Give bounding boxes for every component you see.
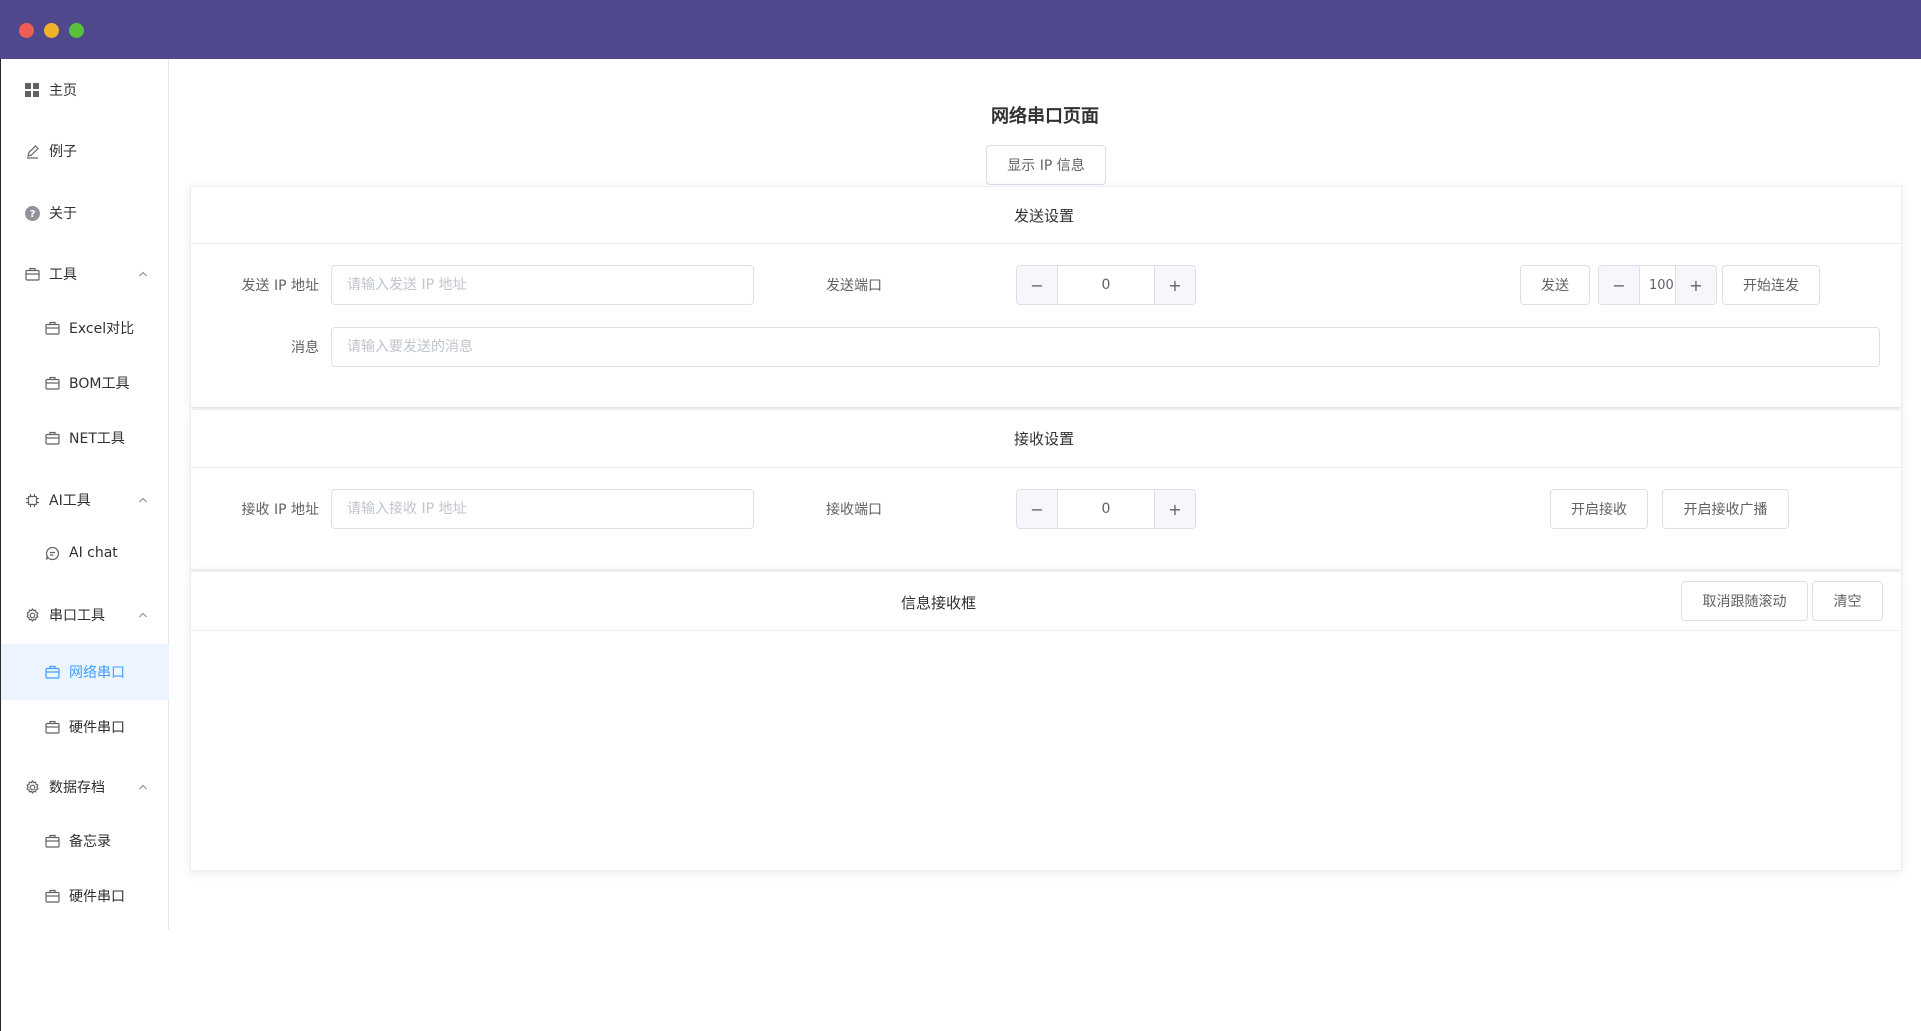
sidebar-item-label: AI chat [69,545,118,561]
maximize-window-button[interactable] [69,23,84,38]
sidebar-item-label: 工具 [49,267,77,283]
sidebar-item-label: 关于 [49,206,77,222]
clear-button[interactable]: 清空 [1812,581,1883,621]
send-button[interactable]: 发送 [1520,265,1590,305]
send-port-stepper: − 0 + [1016,265,1196,305]
grid-icon [24,82,40,98]
sidebar-item-hardware-serial[interactable]: 硬件串口 [1,699,169,755]
show-ip-info-button[interactable]: 显示 IP 信息 [986,145,1106,185]
receive-port-stepper: − 0 + [1016,489,1196,529]
increase-button[interactable]: + [1154,266,1195,304]
receive-settings-title: 接收设置 [1014,430,1075,448]
sidebar-item-excel-compare[interactable]: Excel对比 [1,300,169,356]
decrease-button[interactable]: − [1017,490,1058,528]
sidebar-item-memo[interactable]: 备忘录 [1,813,169,869]
sidebar-item-examples[interactable]: 例子 [1,123,169,179]
sidebar-item-label: 硬件串口 [69,889,125,905]
gear-icon [24,607,40,623]
sidebar: 主页 例子 ? 关于 工具 Excel对比 BOM工具 NET工具 AI工具 A… [1,59,169,930]
sidebar-item-label: 主页 [49,83,77,99]
sidebar-item-net-tool[interactable]: NET工具 [1,410,169,466]
message-input[interactable] [331,327,1880,367]
question-circle-icon: ? [24,205,40,221]
receive-settings-header: 接收设置 [191,410,1901,468]
sidebar-submenu-ai-tools[interactable]: AI工具 [1,472,169,528]
sidebar-item-label: NET工具 [69,431,125,447]
message-receive-title: 信息接收框 [901,594,977,612]
send-ip-input[interactable] [331,265,754,305]
title-bar [0,0,1921,59]
receive-port-value[interactable]: 0 [1058,490,1154,528]
receive-ip-label: 接收 IP 地址 [241,502,319,518]
chevron-up-icon [137,781,149,793]
briefcase-icon [24,266,40,282]
sidebar-item-network-serial[interactable]: 网络串口 [1,644,169,700]
sidebar-item-label: Excel对比 [69,321,135,337]
sidebar-submenu-tools[interactable]: 工具 [1,246,169,302]
sidebar-item-label: 备忘录 [69,834,111,850]
briefcase-icon [44,888,60,904]
app-window: 主页 例子 ? 关于 工具 Excel对比 BOM工具 NET工具 AI工具 A… [0,0,1921,1031]
sidebar-item-hardware-serial-archive[interactable]: 硬件串口 [1,868,169,924]
increase-button[interactable]: + [1675,266,1716,304]
send-interval-value[interactable]: 100 [1640,266,1675,304]
minimize-window-button[interactable] [44,23,59,38]
decrease-button[interactable]: − [1599,266,1640,304]
decrease-button[interactable]: − [1017,266,1058,304]
sidebar-item-bom-tool[interactable]: BOM工具 [1,355,169,411]
sidebar-item-label: 串口工具 [49,608,105,624]
briefcase-icon [44,430,60,446]
receive-ip-input[interactable] [331,489,754,529]
sidebar-submenu-data-archive[interactable]: 数据存档 [1,759,169,815]
sidebar-item-about[interactable]: ? 关于 [1,185,169,241]
briefcase-icon [44,833,60,849]
sidebar-item-label: 网络串口 [69,665,125,681]
chevron-up-icon [137,609,149,621]
sidebar-item-label: AI工具 [49,493,91,509]
send-settings-header: 发送设置 [191,187,1901,244]
svg-text:?: ? [29,209,35,220]
sidebar-item-label: 硬件串口 [69,720,125,736]
gear-icon [24,779,40,795]
close-window-button[interactable] [19,23,34,38]
increase-button[interactable]: + [1154,490,1195,528]
start-continuous-send-button[interactable]: 开始连发 [1722,265,1820,305]
briefcase-icon [44,719,60,735]
chevron-up-icon [137,268,149,280]
start-receive-button[interactable]: 开启接收 [1550,489,1648,529]
edit-icon [24,143,40,159]
receive-settings-card: 接收设置 接收 IP 地址 接收端口 − 0 + 开启接收 开启接收广播 [190,409,1902,570]
sidebar-item-label: 例子 [49,144,77,160]
receive-port-label: 接收端口 [826,502,882,518]
briefcase-icon [44,320,60,336]
send-port-label: 发送端口 [826,278,882,294]
page-title: 网络串口页面 [991,106,1099,127]
briefcase-icon [44,375,60,391]
chat-icon [44,545,60,561]
start-broadcast-receive-button[interactable]: 开启接收广播 [1662,489,1789,529]
message-receive-card: 信息接收框 取消跟随滚动 清空 [190,571,1902,871]
send-settings-card: 发送设置 发送 IP 地址 发送端口 − 0 + 发送 − 100 + 开始连发… [190,186,1902,408]
briefcase-icon [44,664,60,680]
cancel-follow-scroll-button[interactable]: 取消跟随滚动 [1681,581,1808,621]
message-label: 消息 [291,340,319,356]
send-settings-title: 发送设置 [1014,207,1075,225]
sidebar-item-label: 数据存档 [49,780,105,796]
chevron-up-icon [137,494,149,506]
send-port-value[interactable]: 0 [1058,266,1154,304]
message-receive-area[interactable] [191,632,1901,870]
sidebar-item-label: BOM工具 [69,376,130,392]
sidebar-item-home[interactable]: 主页 [1,62,169,118]
sidebar-submenu-serial-tools[interactable]: 串口工具 [1,587,169,643]
send-interval-stepper: − 100 + [1598,265,1717,305]
message-receive-header: 信息接收框 取消跟随滚动 清空 [191,572,1901,631]
send-ip-label: 发送 IP 地址 [241,278,319,294]
cpu-icon [24,492,40,508]
sidebar-item-ai-chat[interactable]: AI chat [1,525,169,581]
